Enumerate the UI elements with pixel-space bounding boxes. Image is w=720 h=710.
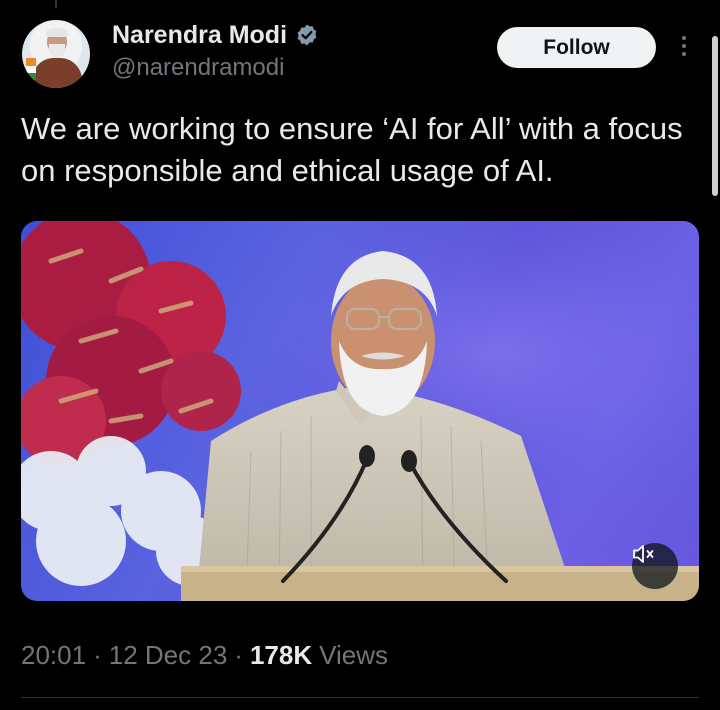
meta-separator: · [234, 640, 243, 670]
tweet-video[interactable] [21, 221, 699, 601]
mute-toggle-button[interactable] [632, 543, 678, 589]
divider [21, 697, 699, 698]
tweet-time[interactable]: 20:01 [21, 640, 86, 671]
follow-button[interactable]: Follow [497, 27, 656, 68]
verified-badge-icon [297, 24, 317, 46]
author-handle[interactable]: @narendramodi [112, 54, 284, 82]
tweet-meta: 20:01 · 12 Dec 23 · 178K Views [21, 640, 388, 671]
tweet-text: We are working to ensure ‘AI for All’ wi… [21, 111, 683, 188]
author-name-row[interactable]: Narendra Modi [112, 18, 319, 52]
views-count: 178K [249, 640, 313, 670]
avatar[interactable] [22, 20, 90, 88]
meta-separator: · [93, 640, 102, 670]
more-options-icon[interactable] [676, 33, 692, 63]
video-frame [21, 221, 699, 601]
tweet-date[interactable]: 12 Dec 23 [109, 640, 228, 671]
views-label: Views [319, 640, 388, 670]
scrollbar[interactable] [712, 36, 718, 196]
author-name[interactable]: Narendra Modi [112, 21, 287, 50]
volume-muted-icon [633, 545, 654, 563]
thread-connector [55, 0, 57, 8]
